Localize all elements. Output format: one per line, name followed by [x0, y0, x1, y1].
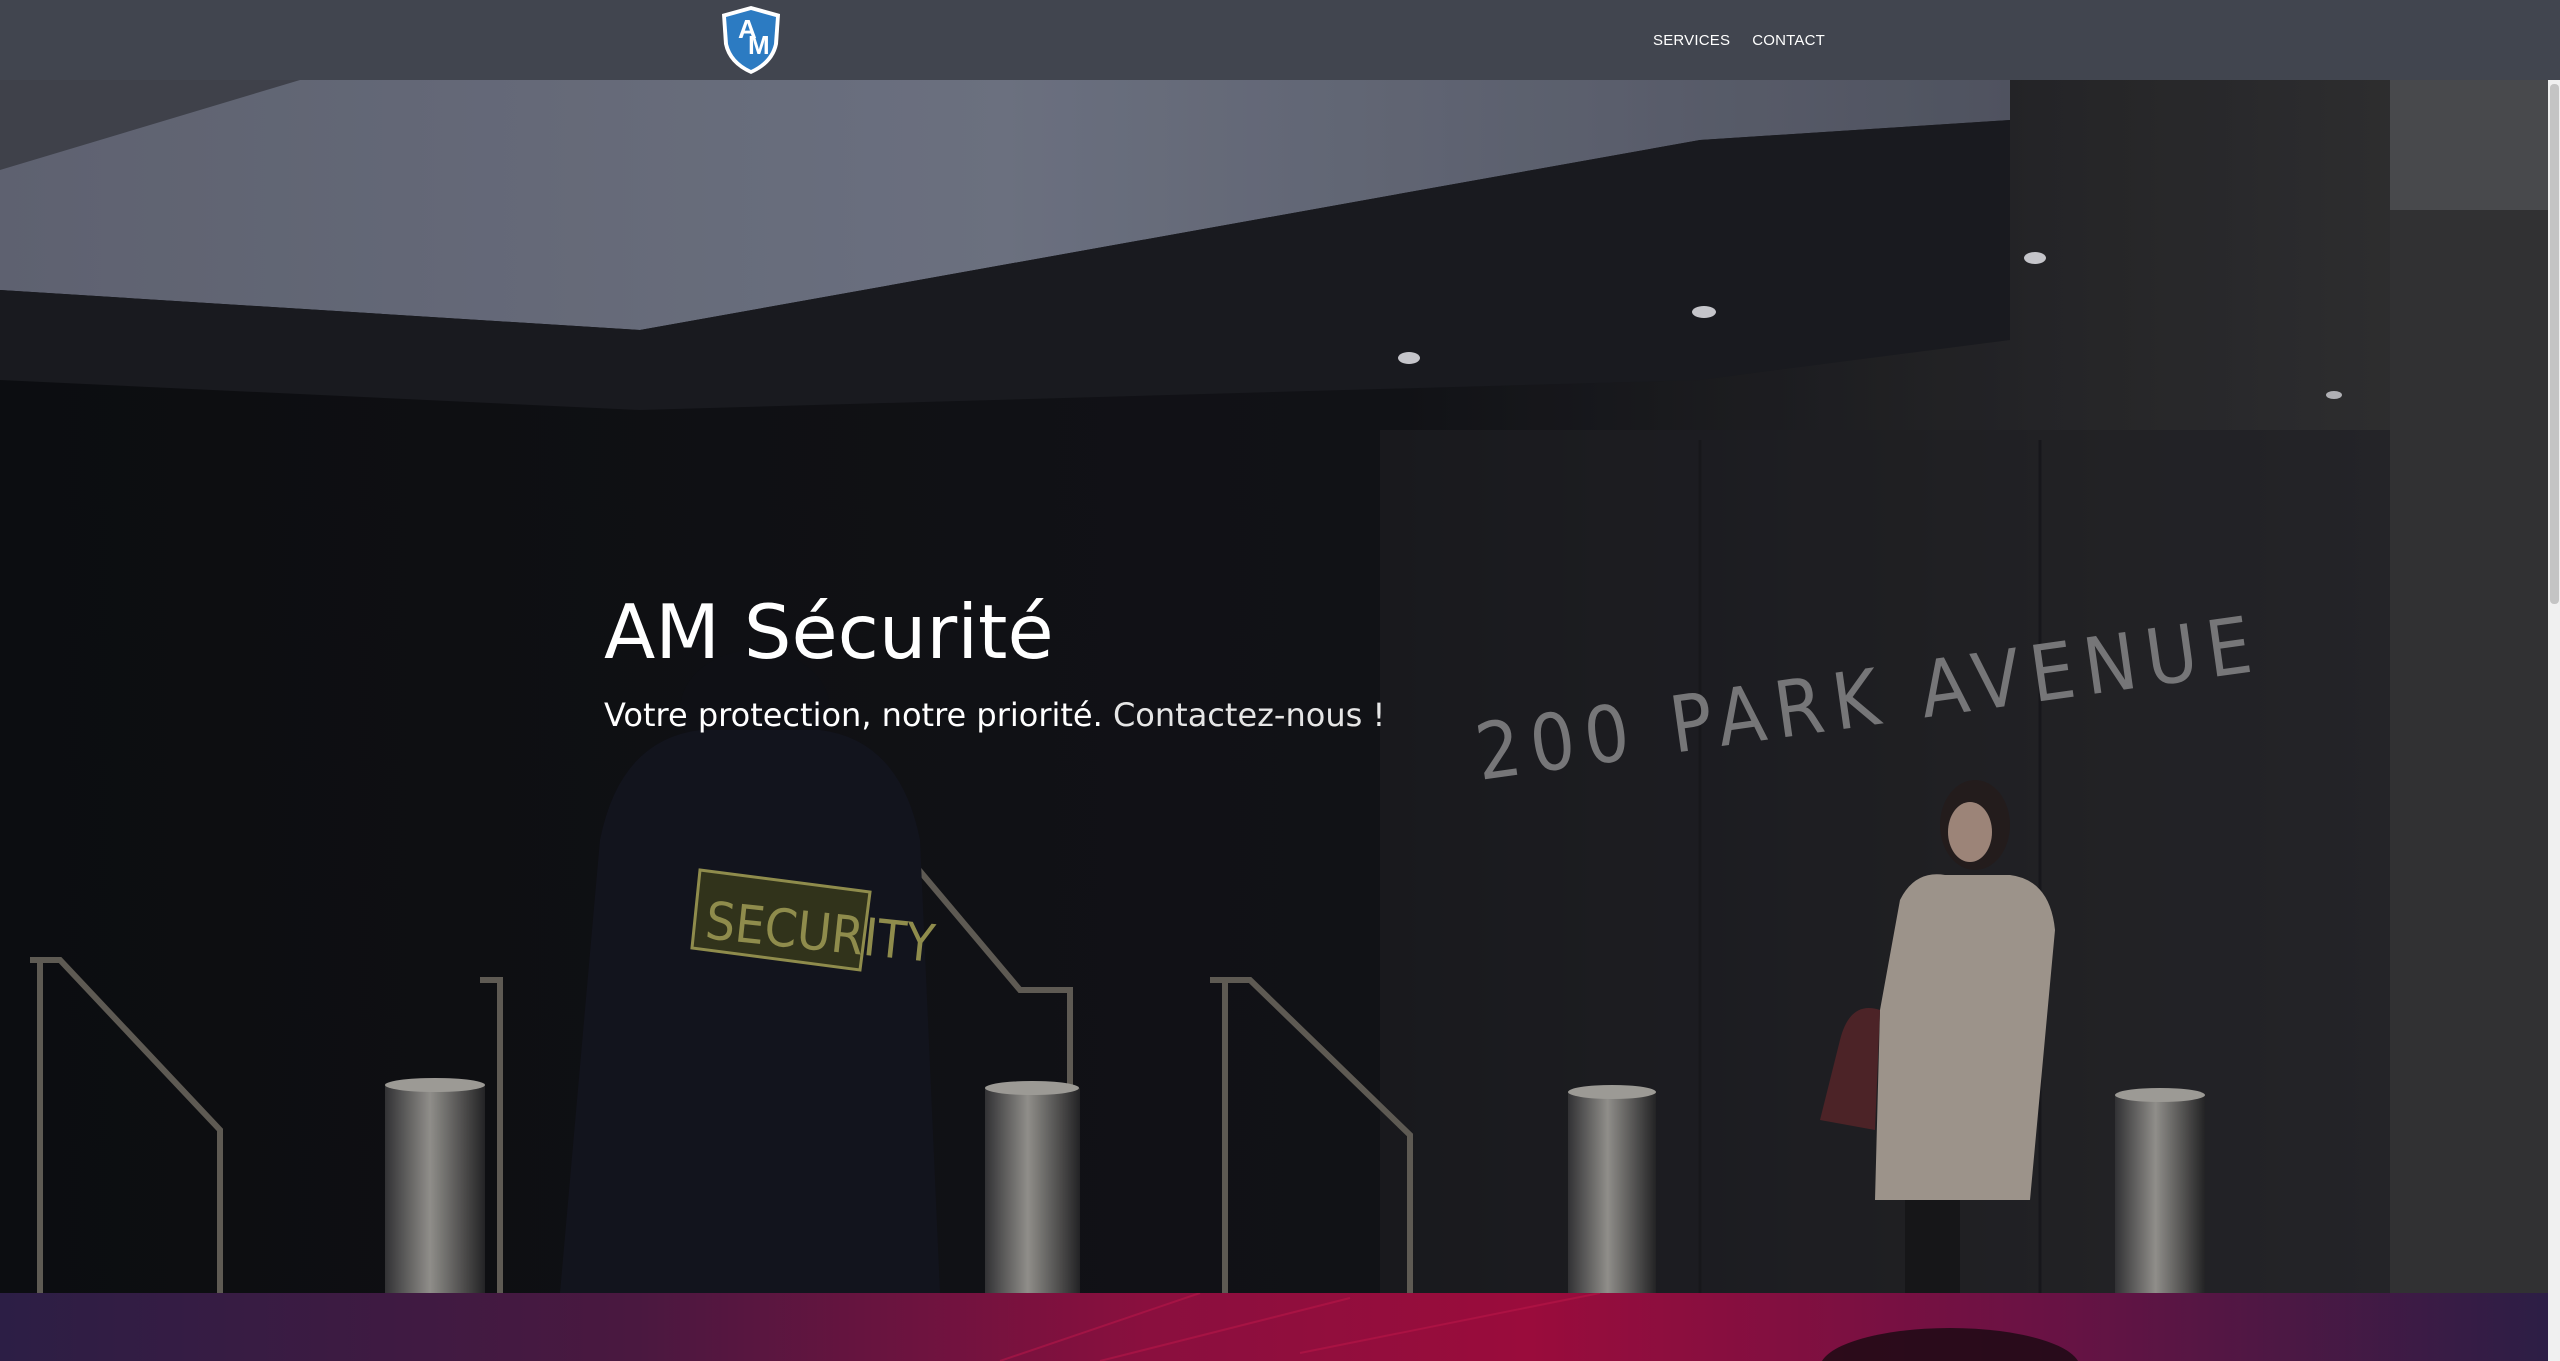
am-shield-logo[interactable]: A M	[718, 4, 784, 76]
nav-link-services[interactable]: SERVICES	[1653, 32, 1730, 49]
scrollbar-thumb[interactable]	[2550, 84, 2559, 604]
top-navigation-bar: A M SERVICES CONTACT	[0, 0, 2560, 80]
svg-text:M: M	[748, 30, 770, 60]
contact-us-link[interactable]: Contactez-nous !	[1113, 696, 1385, 734]
hero-title: AM Sécurité	[604, 588, 1054, 676]
shield-icon: A M	[722, 6, 780, 74]
hero-text-block: AM Sécurité Votre protection, notre prio…	[604, 588, 1385, 735]
page-scrollbar[interactable]	[2548, 80, 2560, 1361]
next-section-background	[999, 1293, 2078, 1361]
hero-section: 200 PARK AVENUE SECURITY AM Sécurité Vot…	[0, 80, 2548, 1293]
hero-tagline: Votre protection, notre priorité.	[604, 696, 1113, 734]
next-section-banner	[0, 1293, 2548, 1361]
hero-subtitle: Votre protection, notre priorité. Contac…	[604, 696, 1385, 734]
nav-link-contact[interactable]: CONTACT	[1752, 32, 1825, 49]
main-nav: SERVICES CONTACT	[1653, 0, 1825, 80]
